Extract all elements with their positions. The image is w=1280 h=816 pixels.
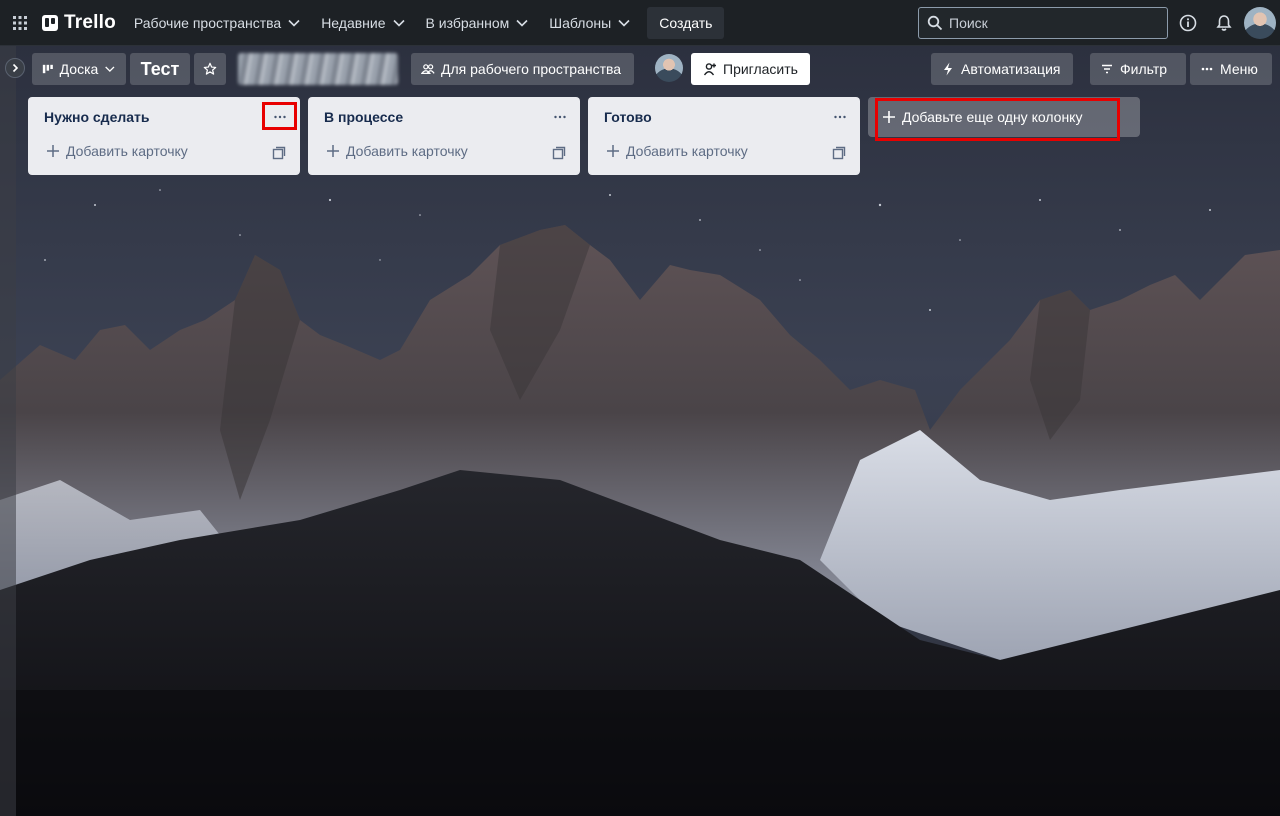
app-switcher-button[interactable] [0,0,40,46]
nav-menu-label: Недавние [321,14,386,31]
list-title[interactable]: В процессе [324,109,403,125]
more-horizontal-icon [554,115,566,119]
board-header: Доска Тест Для рабочего пространства Авт… [0,46,1280,92]
chevron-down-icon [618,19,630,27]
automation-label: Автоматизация [961,61,1061,77]
nav-menu-label: В избранном [425,14,510,31]
add-person-icon [703,63,716,76]
nav-menu-label: Рабочие пространства [133,14,282,31]
chevron-down-icon [288,19,300,27]
search-icon [927,15,943,31]
list-actions-button[interactable] [828,105,852,129]
board-title: Тест [140,58,180,79]
user-avatar[interactable] [1244,7,1276,39]
trello-logo-icon [42,14,58,31]
chevron-right-icon [12,63,19,73]
create-button[interactable]: Создать [647,6,725,39]
highlight-box-list-menu [262,102,297,130]
add-card-button[interactable]: Добавить карточку [326,143,468,159]
highlight-box-add-column [875,98,1120,141]
invite-button[interactable]: Пригласить [691,53,810,85]
invite-label: Пригласить [723,61,798,77]
chevron-down-icon [392,19,405,27]
star-icon [203,62,217,75]
list-title[interactable]: Нужно сделать [44,109,150,125]
logo-text: Trello [64,11,116,33]
filter-icon [1102,64,1112,74]
star-board-button[interactable] [194,53,226,85]
lightning-icon [944,62,952,76]
workspace-visibility-label: Для рабочего пространства [441,61,622,77]
blurred-redacted-area [238,53,398,85]
add-card-button[interactable]: Добавить карточку [46,143,188,159]
nav-menu-label: Шаблоны [549,14,612,31]
card-template-icon[interactable] [552,146,566,160]
grid-icon [13,15,27,30]
plus-icon [327,145,339,157]
left-sidebar-collapsed [0,46,16,816]
add-card-label: Добавить карточку [346,143,468,159]
list-column: Нужно сделать Добавить карточку [28,97,300,175]
plus-icon [47,145,59,157]
workspace-visibility-button[interactable]: Для рабочего пространства [411,53,634,85]
info-icon [1179,14,1197,32]
more-horizontal-icon [1201,67,1213,71]
add-card-label: Добавить карточку [626,143,748,159]
filter-button[interactable]: Фильтр [1090,53,1186,85]
nav-menu-workspaces[interactable]: Рабочие пространства [124,7,311,39]
expand-sidebar-button[interactable] [5,58,25,78]
board-menu-button[interactable]: Меню [1190,53,1272,85]
nav-menu-recent[interactable]: Недавние [311,7,415,39]
board-view-icon [42,64,53,74]
more-horizontal-icon [834,115,846,119]
list-column: В процессе Добавить карточку [308,97,580,175]
notifications-button[interactable] [1212,11,1236,35]
board-title-button[interactable]: Тест [130,53,190,85]
board-member-avatar[interactable] [655,54,683,82]
chevron-down-icon [105,66,115,73]
trello-logo[interactable]: Trello [40,7,124,39]
board-view-switcher[interactable]: Доска [32,53,126,85]
chevron-down-icon [516,19,528,27]
add-card-label: Добавить карточку [66,143,188,159]
automation-button[interactable]: Автоматизация [931,53,1073,85]
nav-menu-templates[interactable]: Шаблоны [539,7,641,39]
card-template-icon[interactable] [272,146,286,160]
filter-label: Фильтр [1120,61,1168,77]
info-button[interactable] [1176,11,1200,35]
list-column: Готово Добавить карточку [588,97,860,175]
search-box[interactable] [918,7,1168,39]
board-menu-label: Меню [1220,61,1258,77]
board-view-label: Доска [59,61,99,77]
card-template-icon[interactable] [832,146,846,160]
nav-menu-starred[interactable]: В избранном [416,7,540,39]
bell-icon [1216,15,1232,31]
people-icon [421,64,435,74]
list-actions-button[interactable] [548,105,572,129]
search-input[interactable] [949,15,1149,31]
add-card-button[interactable]: Добавить карточку [606,143,748,159]
list-title[interactable]: Готово [604,109,652,125]
plus-icon [607,145,619,157]
